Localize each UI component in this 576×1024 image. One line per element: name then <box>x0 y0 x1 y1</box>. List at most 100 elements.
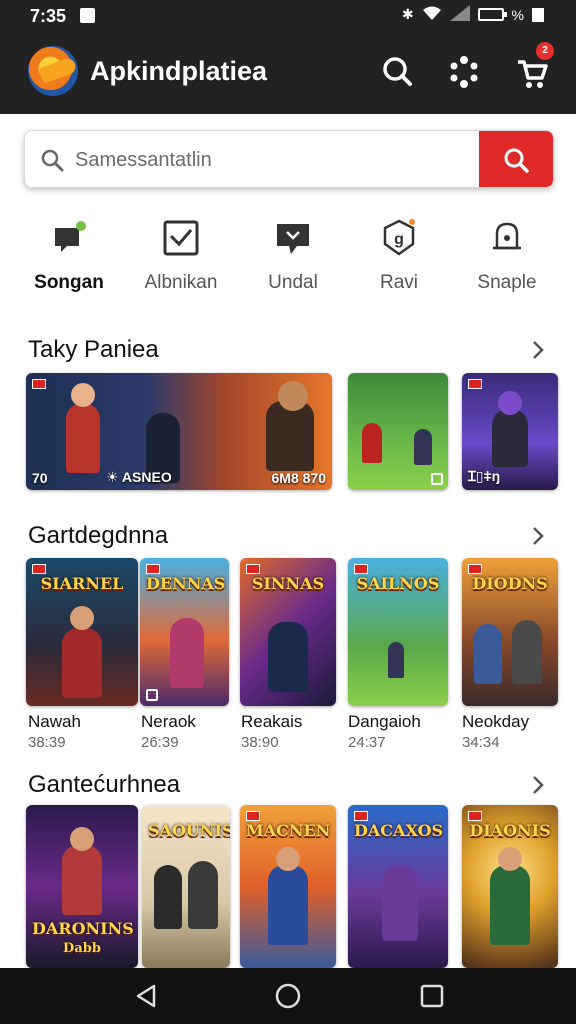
flag-icon <box>468 564 482 574</box>
character-art <box>268 865 308 945</box>
category-songan[interactable]: Songan <box>14 218 124 294</box>
chat-bubble-icon <box>277 224 309 254</box>
battery-fill-icon <box>532 7 544 22</box>
game-tile[interactable]: DACAXOS <box>348 805 448 968</box>
game-banner: DARONINS <box>32 919 134 938</box>
search-button-icon <box>504 148 529 173</box>
game-tile[interactable]: SINNAS <box>240 558 336 706</box>
category-label: Snaple <box>477 272 537 293</box>
flag-icon <box>354 564 368 574</box>
flag-icon <box>146 564 160 574</box>
character-art <box>154 865 182 929</box>
game-banner: DIODNS <box>472 574 548 593</box>
featured-game-tile[interactable]: 70 ☀ ASNEO 6M8 870 <box>26 373 332 490</box>
character-art <box>512 620 542 684</box>
bell-icon <box>493 222 521 250</box>
home-icon[interactable] <box>274 982 302 1010</box>
character-art <box>492 409 528 467</box>
search-icon[interactable] <box>378 52 418 92</box>
game-meta: 26:39 <box>141 734 179 751</box>
search-button[interactable] <box>479 131 553 187</box>
game-tile[interactable] <box>348 373 448 490</box>
character-head <box>498 391 522 415</box>
character-art <box>414 429 432 465</box>
game-banner: SAILNOS <box>356 574 440 593</box>
game-name[interactable]: Dangaioh <box>348 712 421 732</box>
recents-icon[interactable] <box>418 982 446 1010</box>
battery-icon <box>477 8 507 21</box>
game-tile[interactable]: SIARNEL <box>26 558 138 706</box>
game-tile[interactable]: MACNEN <box>240 805 336 968</box>
game-banner: DIAONIS <box>469 821 551 840</box>
game-subbanner: Dabb <box>63 941 101 956</box>
character-head <box>70 827 94 851</box>
section-title: Gantećurhnea <box>28 771 181 798</box>
tile-caption: ☀ ASNEO <box>106 469 172 485</box>
character-art <box>62 845 102 915</box>
category-label: Undal <box>268 272 318 293</box>
cart-badge: 2 <box>536 42 554 60</box>
app-header: Apkindplatiea 2 <box>0 32 576 114</box>
tile-caption: 6M8 870 <box>271 470 326 486</box>
search-input[interactable] <box>75 140 475 180</box>
tile-logo: Ɪ▯ǂŋ <box>468 468 501 484</box>
character-head <box>276 847 300 871</box>
game-tile[interactable]: DIAONIS <box>462 805 558 968</box>
category-ravi[interactable]: g Ravi <box>344 218 454 294</box>
game-banner: SIARNEL <box>40 574 124 593</box>
character-head <box>70 606 94 630</box>
category-albnikan[interactable]: Albnikan <box>126 218 236 294</box>
chevron-right-icon[interactable] <box>526 524 550 548</box>
section-title: Gartdegdnna <box>28 522 169 549</box>
category-undal[interactable]: Undal <box>238 218 348 294</box>
gamepad-chat-icon <box>55 221 86 252</box>
flag-icon <box>468 379 482 389</box>
flag-icon <box>354 811 368 821</box>
image-check-icon <box>163 220 199 256</box>
game-banner: SAOUNIS <box>148 821 230 840</box>
game-tile[interactable]: DENNAS <box>140 558 229 706</box>
game-name[interactable]: Neraok <box>141 712 196 732</box>
platform-icon <box>146 689 158 701</box>
chevron-right-icon[interactable] <box>526 773 550 797</box>
game-name[interactable]: Nawah <box>28 712 81 732</box>
section-title: Taky Paniea <box>28 336 159 363</box>
tile-caption: 70 <box>32 470 48 486</box>
game-banner: DENNAS <box>146 574 226 593</box>
game-tile[interactable]: SAOUNIS <box>142 805 230 968</box>
game-banner: SINNAS <box>251 574 325 593</box>
game-meta: 38:90 <box>241 734 279 751</box>
battery-percent: % <box>511 6 524 23</box>
wifi-icon <box>422 5 442 24</box>
flag-icon <box>32 379 46 389</box>
category-snaple[interactable]: Snaple <box>452 218 562 294</box>
app-title: Apkindplatiea <box>90 56 268 86</box>
notification-icon <box>80 8 95 23</box>
flag-icon <box>32 564 46 574</box>
status-time: 7:35 <box>30 6 67 26</box>
game-tile[interactable]: DIODNS <box>462 558 558 706</box>
loading-dots-icon[interactable] <box>444 52 484 92</box>
game-name[interactable]: Reakais <box>241 712 302 732</box>
character-art <box>474 624 502 684</box>
game-tile[interactable]: Ɪ▯ǂŋ <box>462 373 558 490</box>
game-tile[interactable]: SAILNOS <box>348 558 448 706</box>
character-head <box>71 383 95 407</box>
search-field-icon <box>41 149 64 172</box>
game-meta: 38:39 <box>28 734 66 751</box>
flag-icon <box>246 564 260 574</box>
character-art <box>382 865 418 941</box>
category-label: Songan <box>34 272 104 293</box>
chevron-right-icon[interactable] <box>526 338 550 362</box>
search-bar <box>24 130 554 188</box>
character-head <box>498 847 522 871</box>
game-tile[interactable]: DARONINS Dabb <box>26 805 138 968</box>
game-meta: 24:37 <box>348 734 386 751</box>
flag-icon <box>468 811 482 821</box>
status-icons: ✱ % <box>402 5 544 24</box>
character-art <box>268 622 308 692</box>
back-icon[interactable] <box>132 982 160 1010</box>
system-nav-bar <box>0 968 576 1024</box>
game-name[interactable]: Neokday <box>462 712 529 732</box>
bluetooth-icon: ✱ <box>401 6 414 22</box>
